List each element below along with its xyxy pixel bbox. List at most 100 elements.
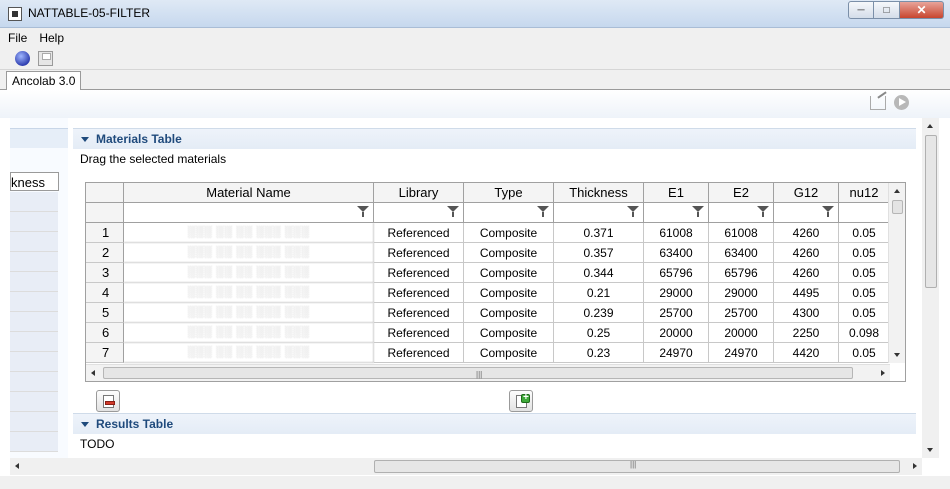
row-number[interactable]: 3 [86,263,124,283]
cell-e1[interactable]: 20000 [644,323,709,343]
cell-thickness[interactable]: 0.344 [554,263,644,283]
scroll-left-icon[interactable] [15,463,19,469]
cell-e2[interactable]: 25700 [709,303,774,323]
row-number[interactable]: 6 [86,323,124,343]
cell-library[interactable]: Referenced [374,343,464,363]
cell-material-name[interactable]: ░░░ ░░ ░░ ░░░ ░░░ [124,343,374,363]
left-panel-row[interactable] [10,272,58,292]
collapse-triangle-icon[interactable] [81,136,89,142]
filter-type[interactable] [464,203,554,223]
cell-e2[interactable]: 65796 [709,263,774,283]
cell-thickness[interactable]: 0.25 [554,323,644,343]
tab-ancolab[interactable]: Ancolab 3.0 [6,71,82,91]
row-number[interactable]: 1 [86,223,124,243]
cell-material-name[interactable]: ░░░ ░░ ░░ ░░░ ░░░ [124,283,374,303]
scroll-right-icon[interactable] [881,370,885,376]
cell-nu12[interactable]: 0.05 [839,303,890,323]
row-number[interactable]: 4 [86,283,124,303]
cell-library[interactable]: Referenced [374,223,464,243]
cell-e2[interactable]: 63400 [709,243,774,263]
cell-type[interactable]: Composite [464,263,554,283]
table-horizontal-scrollbar[interactable]: ||| [86,364,890,381]
cell-g12[interactable]: 4495 [774,283,839,303]
table-vertical-scrollbar[interactable] [888,183,905,363]
maximize-button[interactable]: □ [874,1,900,19]
left-panel-row[interactable] [10,312,58,332]
column-header-material-name[interactable]: Material Name [124,183,374,203]
materials-section-header[interactable]: Materials Table [73,128,916,149]
left-panel-row[interactable] [10,392,58,412]
remove-material-button[interactable] [96,390,120,412]
minimize-button[interactable]: ─ [848,1,874,19]
page-vertical-scrollbar[interactable] [922,118,939,458]
left-panel-row[interactable] [10,192,58,212]
filter-icon[interactable] [537,206,549,218]
scroll-right-icon[interactable] [913,463,917,469]
cell-e1[interactable]: 61008 [644,223,709,243]
cell-thickness[interactable]: 0.239 [554,303,644,323]
column-header-e1[interactable]: E1 [644,183,709,203]
cell-nu12[interactable]: 0.05 [839,343,890,363]
column-header-type[interactable]: Type [464,183,554,203]
scroll-down-icon[interactable] [894,353,900,357]
filter-icon[interactable] [447,206,459,218]
materials-table[interactable]: Material Name Library Type Thickness E1 … [85,182,906,382]
cell-type[interactable]: Composite [464,343,554,363]
cell-e1[interactable]: 29000 [644,283,709,303]
filter-material-name[interactable] [124,203,374,223]
left-panel-row[interactable] [10,212,58,232]
cell-type[interactable]: Composite [464,223,554,243]
left-panel-row[interactable] [10,232,58,252]
cell-e1[interactable]: 65796 [644,263,709,283]
left-panel-row[interactable] [10,252,58,272]
globe-icon[interactable] [15,51,30,66]
filter-icon[interactable] [357,206,369,218]
cell-library[interactable]: Referenced [374,243,464,263]
cell-g12[interactable]: 4260 [774,263,839,283]
cell-e1[interactable]: 25700 [644,303,709,323]
left-panel-row[interactable] [10,412,58,432]
scroll-left-icon[interactable] [91,370,95,376]
cell-material-name[interactable]: ░░░ ░░ ░░ ░░░ ░░░ [124,303,374,323]
filter-g12[interactable] [774,203,839,223]
table-row[interactable]: 6 ░░░ ░░ ░░ ░░░ ░░░ Referenced Composite 0.2… [86,323,890,343]
cell-e2[interactable]: 61008 [709,223,774,243]
scroll-up-icon[interactable] [894,189,900,193]
cell-g12[interactable]: 2250 [774,323,839,343]
cell-nu12[interactable]: 0.05 [839,263,890,283]
cell-library[interactable]: Referenced [374,303,464,323]
results-section-header[interactable]: Results Table [73,413,916,434]
filter-nu12[interactable] [839,203,890,223]
filter-icon[interactable] [822,206,834,218]
column-header-g12[interactable]: G12 [774,183,839,203]
left-panel-row[interactable] [10,432,58,452]
cell-type[interactable]: Composite [464,303,554,323]
menu-help[interactable]: Help [39,31,64,45]
table-row[interactable]: 5 ░░░ ░░ ░░ ░░░ ░░░ Referenced Composite 0.2… [86,303,890,323]
column-header-library[interactable]: Library [374,183,464,203]
table-row[interactable]: 1 ░░░ ░░ ░░ ░░░ ░░░ Referenced Composite 0.3… [86,223,890,243]
save-icon[interactable] [38,51,53,66]
filter-library[interactable] [374,203,464,223]
run-icon[interactable] [894,95,909,110]
cell-g12[interactable]: 4260 [774,243,839,263]
menu-file[interactable]: File [8,31,27,45]
row-number[interactable]: 7 [86,343,124,363]
cell-nu12[interactable]: 0.098 [839,323,890,343]
cell-g12[interactable]: 4420 [774,343,839,363]
left-panel-row[interactable] [10,372,58,392]
cell-thickness[interactable]: 0.357 [554,243,644,263]
cell-e2[interactable]: 29000 [709,283,774,303]
cell-e2[interactable]: 20000 [709,323,774,343]
scroll-thumb[interactable] [892,200,903,214]
add-material-button[interactable] [509,390,533,412]
filter-e1[interactable] [644,203,709,223]
close-button[interactable]: ✕ [900,1,944,19]
cell-material-name[interactable]: ░░░ ░░ ░░ ░░░ ░░░ [124,243,374,263]
scroll-down-icon[interactable] [927,448,933,452]
cell-library[interactable]: Referenced [374,323,464,343]
filter-thickness[interactable] [554,203,644,223]
cell-nu12[interactable]: 0.05 [839,283,890,303]
export-icon[interactable] [870,96,886,110]
cell-e1[interactable]: 63400 [644,243,709,263]
